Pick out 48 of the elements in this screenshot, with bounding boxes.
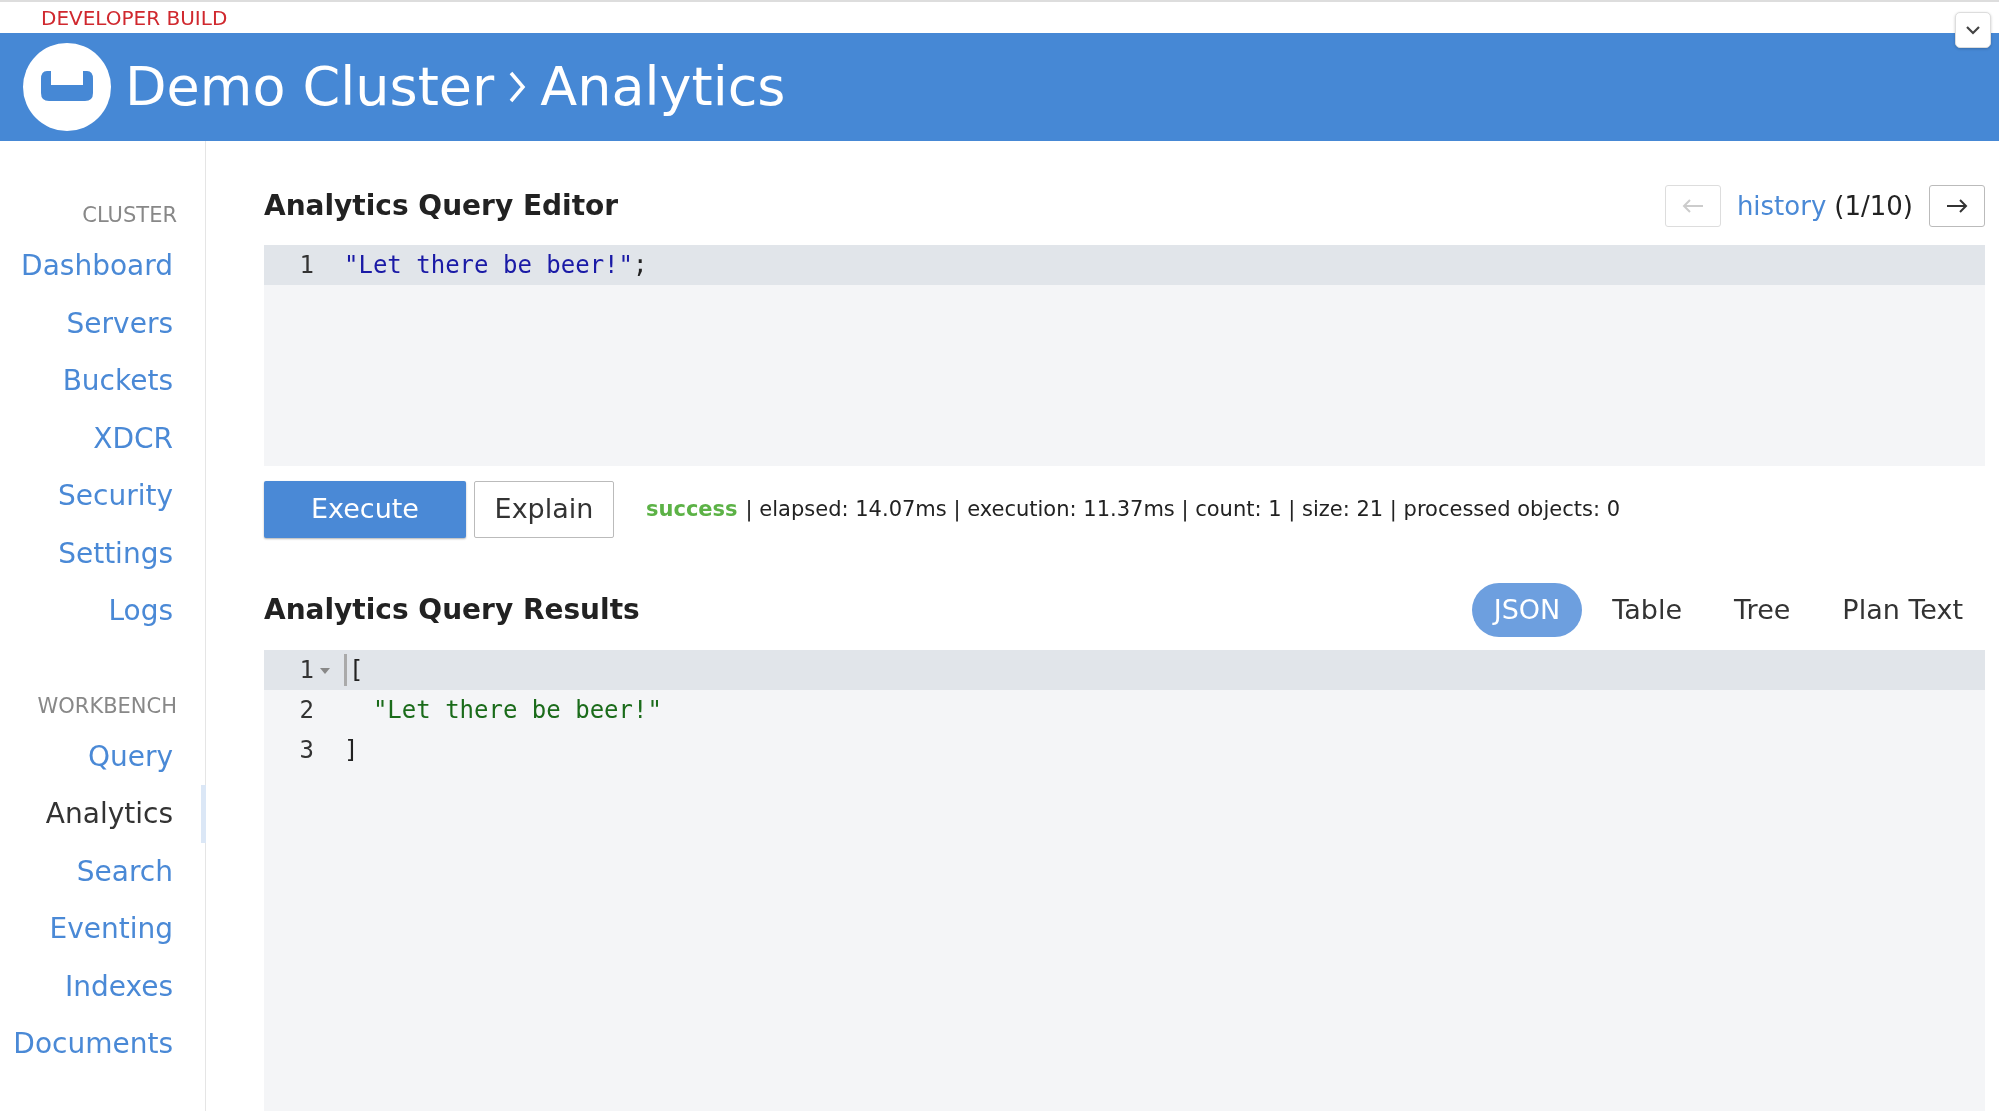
section-title: Analytics Query Editor [264,189,619,223]
sidebar-item[interactable]: Dashboard [0,237,206,295]
view-tab[interactable]: Tree [1712,583,1813,637]
section-title: Analytics Query Results [264,593,640,627]
sidebar-item[interactable]: Servers [0,294,206,352]
sidebar-item[interactable]: Settings [0,524,206,582]
query-stats: | elapsed: 14.07ms | execution: 11.37ms | count: 1 | size: 21 | processed objects: 0 [745,495,1620,524]
cluster-name[interactable]: Demo Cluster [125,60,495,114]
page-title: Analytics [540,60,786,114]
logo-icon [23,43,111,131]
sidebar-item[interactable]: Logs [0,582,206,640]
history-position: (1/10) [1834,189,1913,223]
view-tab[interactable]: Plan Text [1820,583,1985,637]
section-label: CLUSTER [81,202,178,229]
fold-caret-icon[interactable] [320,668,330,674]
build-label: DEVELOPER BUILD [41,4,228,32]
code-line: "Let there be beer!" [371,695,662,726]
sidebar-item[interactable]: Documents [0,1015,206,1073]
view-tab[interactable]: JSON [1471,583,1583,637]
sidebar-item[interactable]: Search [0,842,206,900]
next-button[interactable] [1929,185,1985,227]
sidebar-item[interactable]: Buckets [0,352,206,410]
execute-button[interactable]: Execute [264,481,466,538]
history-link[interactable]: history [1736,186,1827,226]
results-viewer[interactable]: 1 [ 2 "Let there be beer!" 3 ] [264,650,1985,1111]
section-label: WORKBENCH [36,692,178,720]
chevron-down-icon [1966,25,1980,35]
line-number: 1 [299,250,314,281]
line-number: 3 [299,735,314,766]
sidebar-item[interactable]: Indexes [0,957,206,1015]
arrow-right-icon [1945,199,1969,213]
line-number: 1 [299,655,314,686]
status-result: success [646,495,738,523]
sidebar-item[interactable]: Eventing [0,900,206,958]
view-tab[interactable]: Table [1590,583,1705,637]
sidebar-item[interactable]: Security [0,467,206,525]
sidebar-item[interactable]: Query [0,727,206,785]
sidebar-item[interactable]: XDCR [0,409,206,467]
query-editor[interactable]: 1 "Let there be beer!"; [264,245,1985,466]
arrow-left-icon [1680,199,1705,213]
sidebar-item[interactable]: Analytics [0,785,206,843]
chevron-right-icon [508,70,527,104]
code-line: ] [344,735,359,766]
dropdown-button[interactable] [1955,12,1991,48]
code-line: "Let there be beer!"; [344,250,648,281]
code-line: [ [349,655,364,686]
line-number: 2 [299,695,314,726]
explain-button[interactable]: Explain [474,481,614,538]
